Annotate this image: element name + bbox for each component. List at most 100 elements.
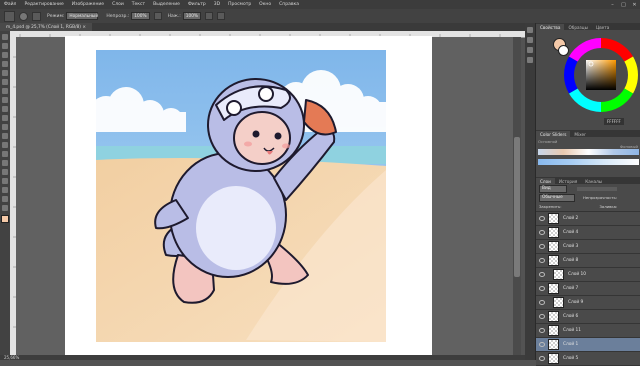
brush-tool-icon[interactable] — [2, 97, 8, 103]
document-tab[interactable]: m_4.psd @ 25,7% (Слой 1, RGB/8) × — [0, 23, 92, 31]
layer-row[interactable]: Слой 3 — [536, 240, 640, 254]
color-wheel-panel: FFFFFF — [536, 30, 640, 130]
layer-name[interactable]: Слой 4 — [563, 230, 578, 235]
layer-row[interactable]: Слой 7 — [536, 282, 640, 296]
visibility-eye-icon[interactable] — [539, 342, 545, 347]
shape-tool-icon[interactable] — [2, 187, 8, 193]
quick-select-tool-icon[interactable] — [2, 61, 8, 67]
layer-name[interactable]: Слой 7 — [563, 286, 578, 291]
layer-name[interactable]: Слой 10 — [568, 272, 586, 277]
path-select-tool-icon[interactable] — [2, 178, 8, 184]
airbrush-icon[interactable] — [205, 12, 214, 20]
menu-3d[interactable]: 3D — [210, 2, 224, 7]
history-panel-icon[interactable] — [527, 27, 533, 33]
visibility-eye-icon[interactable] — [539, 244, 545, 249]
menu-view[interactable]: Просмотр — [224, 2, 255, 7]
hex-value-field[interactable]: FFFFFF — [604, 118, 624, 125]
layer-thumbnail — [548, 241, 559, 252]
dodge-tool-icon[interactable] — [2, 151, 8, 157]
crop-tool-icon[interactable] — [2, 70, 8, 76]
tab-layers[interactable]: Слои — [536, 178, 555, 184]
minimize-icon[interactable]: – — [607, 0, 618, 9]
zoom-tool-icon[interactable] — [2, 205, 8, 211]
visibility-eye-icon[interactable] — [539, 300, 545, 305]
layer-row[interactable]: Слой 2 — [536, 212, 640, 226]
type-tool-icon[interactable] — [2, 169, 8, 175]
menu-window[interactable]: Окно — [255, 2, 275, 7]
menu-text[interactable]: Текст — [128, 2, 149, 7]
tab-history[interactable]: История — [555, 178, 581, 184]
layer-name[interactable]: Слой 9 — [568, 300, 583, 305]
layer-kind-filter[interactable]: Вид — [539, 184, 567, 193]
pressure-opacity-icon[interactable] — [153, 12, 162, 20]
opacity-input[interactable]: 100% — [131, 12, 150, 20]
layer-name[interactable]: Слой 3 — [563, 244, 578, 249]
visibility-eye-icon[interactable] — [539, 314, 545, 319]
marquee-tool-icon[interactable] — [2, 43, 8, 49]
menu-select[interactable]: Выделение — [149, 2, 184, 7]
paragraph-panel-icon[interactable] — [527, 57, 533, 63]
layer-filter-icons[interactable] — [577, 186, 617, 191]
close-tab-icon[interactable]: × — [82, 25, 86, 30]
visibility-eye-icon[interactable] — [539, 272, 545, 277]
layer-name[interactable]: Слой 11 — [563, 328, 581, 333]
layer-row[interactable]: Слой 8 — [536, 254, 640, 268]
menu-edit[interactable]: Редактирование — [20, 2, 67, 7]
history-brush-tool-icon[interactable] — [2, 115, 8, 121]
layer-row[interactable]: Слой 10 — [536, 268, 640, 282]
brush-tool-icon[interactable] — [4, 10, 15, 22]
visibility-eye-icon[interactable] — [539, 328, 545, 333]
zoom-level[interactable]: 25,66% — [4, 355, 19, 360]
blend-mode-select[interactable]: Обычные — [539, 193, 575, 202]
layer-name[interactable]: Слой 2 — [563, 216, 578, 221]
layer-row[interactable]: Слой 6 — [536, 310, 640, 324]
brush-panel-icon[interactable] — [32, 11, 41, 21]
move-tool-icon[interactable] — [2, 34, 8, 40]
vertical-scrollbar-thumb[interactable] — [514, 137, 520, 277]
layer-row[interactable]: Слой 5 — [536, 352, 640, 366]
color-wheel[interactable] — [564, 38, 638, 112]
color-strip-2[interactable] — [538, 159, 639, 165]
stamp-tool-icon[interactable] — [2, 106, 8, 112]
layer-row[interactable]: Слой 4 — [536, 226, 640, 240]
visibility-eye-icon[interactable] — [539, 216, 545, 221]
layer-row[interactable]: Слой 1 — [536, 338, 640, 352]
tab-channels[interactable]: Каналы — [581, 178, 606, 184]
visibility-eye-icon[interactable] — [539, 258, 545, 263]
lasso-tool-icon[interactable] — [2, 52, 8, 58]
layer-name[interactable]: Слой 5 — [563, 356, 578, 361]
mode-select[interactable]: Нормальный — [66, 12, 99, 20]
menu-image[interactable]: Изображение — [68, 2, 108, 7]
menu-layers[interactable]: Слои — [108, 2, 128, 7]
gradient-tool-icon[interactable] — [2, 133, 8, 139]
layer-row[interactable]: Слой 9 — [536, 296, 640, 310]
color-strip-1[interactable] — [538, 149, 639, 155]
menu-file[interactable]: Файл — [0, 2, 20, 7]
vertical-scrollbar[interactable] — [513, 37, 521, 355]
hand-tool-icon[interactable] — [2, 196, 8, 202]
pen-tool-icon[interactable] — [2, 160, 8, 166]
foreground-color-swatch[interactable] — [1, 215, 9, 223]
menu-filter[interactable]: Фильтр — [184, 2, 210, 7]
eyedropper-tool-icon[interactable] — [2, 79, 8, 85]
flow-input[interactable]: 100% — [182, 12, 202, 20]
visibility-eye-icon[interactable] — [539, 286, 545, 291]
visibility-eye-icon[interactable] — [539, 356, 545, 361]
mode-label: Режим: — [47, 13, 65, 19]
blur-tool-icon[interactable] — [2, 142, 8, 148]
right-panel-dock: Свойства Образцы Цвета FFFFFF Color Slid… — [535, 23, 640, 366]
pressure-size-icon[interactable] — [217, 12, 226, 20]
visibility-eye-icon[interactable] — [539, 230, 545, 235]
brush-preset-icon[interactable] — [19, 11, 28, 21]
close-icon[interactable]: ✕ — [629, 0, 640, 9]
brush-presets-icon[interactable] — [527, 37, 533, 43]
character-panel-icon[interactable] — [527, 47, 533, 53]
layer-name[interactable]: Слой 1 — [563, 342, 578, 347]
maximize-icon[interactable]: □ — [618, 0, 629, 9]
healing-tool-icon[interactable] — [2, 88, 8, 94]
layer-name[interactable]: Слой 6 — [563, 314, 578, 319]
layer-name[interactable]: Слой 8 — [563, 258, 578, 263]
layer-row[interactable]: Слой 11 — [536, 324, 640, 338]
eraser-tool-icon[interactable] — [2, 124, 8, 130]
menu-help[interactable]: Справка — [275, 2, 303, 7]
